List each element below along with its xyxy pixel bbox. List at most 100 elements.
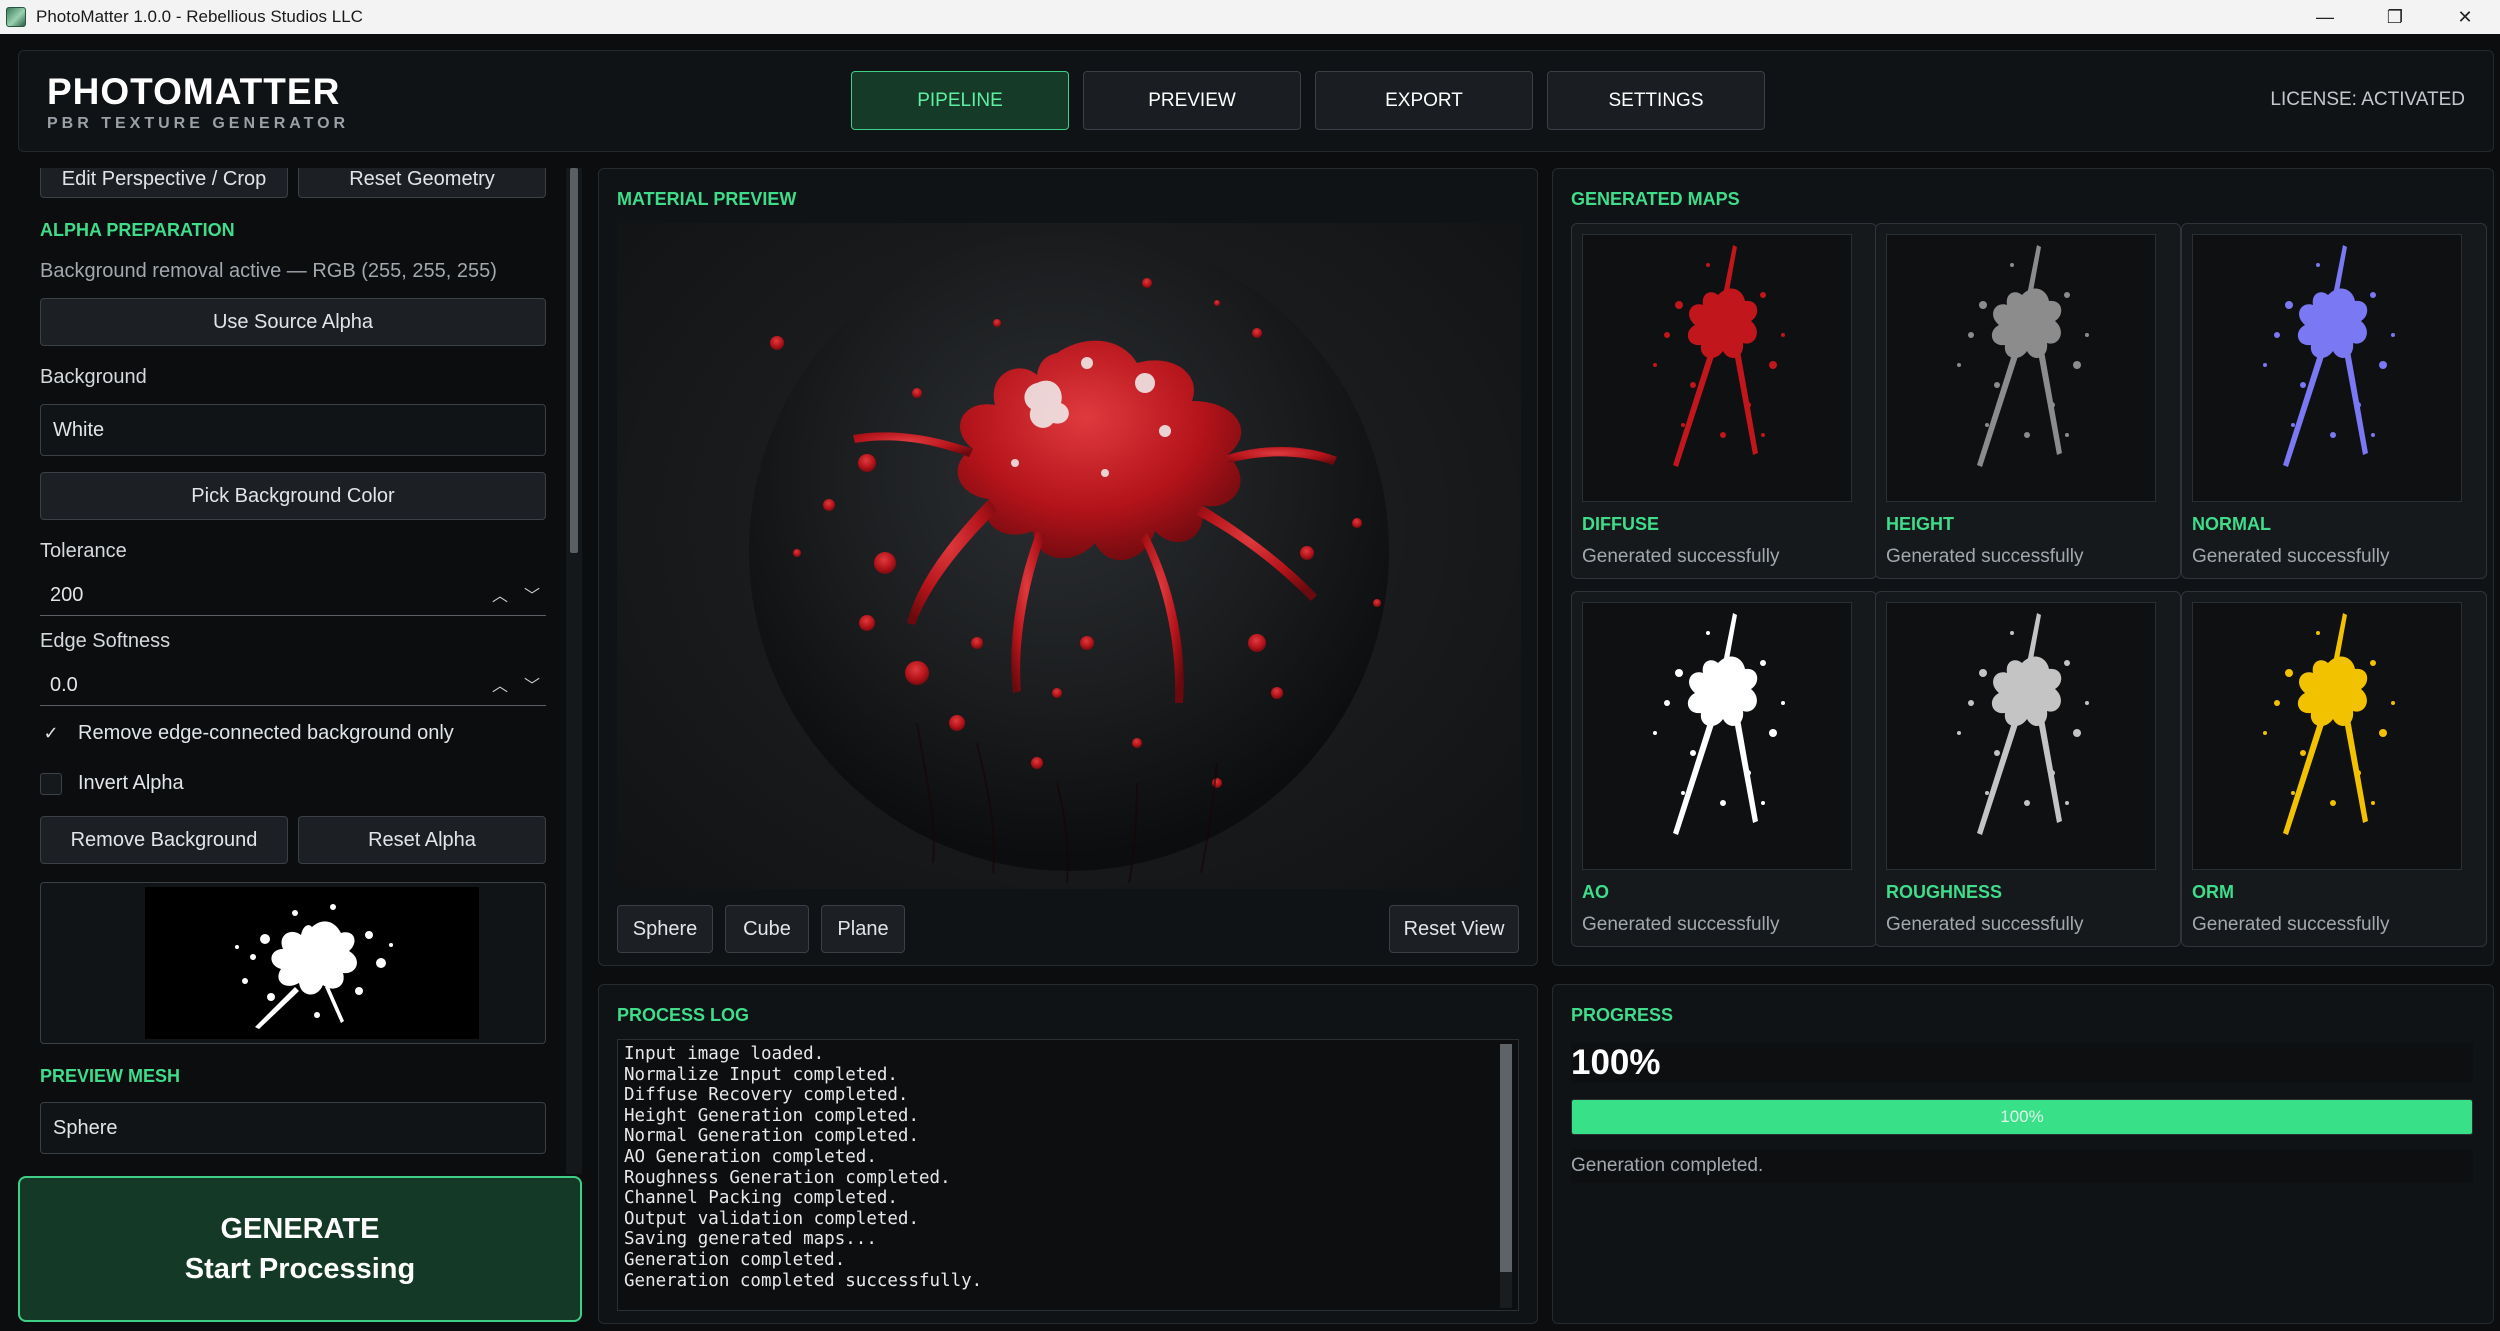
log-lines: Input image loaded. Normalize Input compl… xyxy=(624,1044,1512,1291)
process-log-textarea[interactable]: Input image loaded. Normalize Input compl… xyxy=(617,1039,1519,1311)
invert-alpha-label: Invert Alpha xyxy=(78,772,184,794)
map-card-ao[interactable]: AO Generated successfully xyxy=(1571,591,1877,947)
invert-alpha-checkbox[interactable]: Invert Alpha xyxy=(40,772,184,795)
mesh-sphere-button[interactable]: Sphere xyxy=(617,905,713,953)
map-card-orm[interactable]: ORM Generated successfully xyxy=(2181,591,2487,947)
tolerance-spinbox[interactable]: 200 ︿ ﹀ xyxy=(40,576,546,616)
minimize-icon[interactable]: — xyxy=(2290,0,2360,34)
mesh-plane-button[interactable]: Plane xyxy=(821,905,905,953)
chevron-down-icon[interactable]: ﹀ xyxy=(524,582,540,606)
window-controls: — ❐ ✕ xyxy=(2290,0,2500,34)
reset-geometry-button[interactable]: Reset Geometry xyxy=(298,168,546,198)
map-name: HEIGHT xyxy=(1886,514,1955,534)
tolerance-label: Tolerance xyxy=(40,540,127,562)
scrollbar-thumb[interactable] xyxy=(570,168,578,553)
chevron-up-icon[interactable]: ︿ xyxy=(492,582,508,606)
close-icon[interactable]: ✕ xyxy=(2430,0,2500,34)
app-icon xyxy=(6,7,26,27)
generate-sublabel: Start Processing xyxy=(184,1253,416,1285)
use-source-alpha-button[interactable]: Use Source Alpha xyxy=(40,298,546,346)
map-status: Generated successfully xyxy=(1886,914,2084,935)
generated-maps-title: GENERATED MAPS xyxy=(1571,189,1740,209)
nav-tabs: PIPELINE PREVIEW EXPORT SETTINGS xyxy=(851,71,1765,130)
remove-background-button[interactable]: Remove Background xyxy=(40,816,288,864)
log-line: Saving generated maps... xyxy=(624,1229,877,1250)
remove-edge-connected-checkbox[interactable]: ✓ Remove edge-connected background only xyxy=(40,722,453,745)
checkmark-icon: ✓ xyxy=(43,723,59,743)
log-line: Input image loaded. xyxy=(624,1044,825,1064)
log-line: Height Generation completed. xyxy=(624,1105,920,1126)
log-line: Output validation completed. xyxy=(624,1208,920,1229)
log-line: Generation completed successfully. xyxy=(624,1270,983,1291)
map-card-roughness[interactable]: ROUGHNESS Generated successfully xyxy=(1875,591,2181,947)
chevron-down-icon[interactable]: ﹀ xyxy=(524,672,540,696)
map-name: AO xyxy=(1582,882,1609,902)
tolerance-value: 200 xyxy=(50,584,84,606)
map-name: ROUGHNESS xyxy=(1886,882,2003,902)
process-log-title: PROCESS LOG xyxy=(617,1005,750,1025)
app-name: PHOTOMATTER xyxy=(47,71,341,112)
edge-softness-label: Edge Softness xyxy=(40,630,171,652)
log-line: Diffuse Recovery completed. xyxy=(624,1085,909,1106)
progress-bar-text: 100% xyxy=(2000,1107,2044,1126)
license-status: LICENSE: ACTIVATED xyxy=(2270,89,2465,110)
tab-export[interactable]: EXPORT xyxy=(1315,71,1533,130)
brand: PHOTOMATTER PBR TEXTURE GENERATOR xyxy=(47,71,349,133)
log-line: AO Generation completed. xyxy=(624,1146,877,1167)
3d-viewport[interactable] xyxy=(617,223,1521,889)
left-panel-scrollbar[interactable] xyxy=(566,168,582,1174)
progress-panel: PROGRESS 100% 100% Generation completed. xyxy=(1552,984,2494,1324)
pipeline-controls-panel: Edit Perspective / Crop Reset Geometry A… xyxy=(18,168,582,1174)
log-line: Channel Packing completed. xyxy=(624,1188,898,1209)
tab-settings[interactable]: SETTINGS xyxy=(1547,71,1765,130)
map-name: DIFFUSE xyxy=(1582,514,1660,534)
edge-softness-value: 0.0 xyxy=(50,674,78,696)
map-card-normal[interactable]: NORMAL Generated successfully xyxy=(2181,223,2487,579)
log-scrollbar-thumb[interactable] xyxy=(1500,1044,1512,1272)
log-line: Roughness Generation completed. xyxy=(624,1167,951,1188)
preview-mesh-select[interactable]: Sphere xyxy=(40,1102,546,1154)
map-thumbnail-roughness xyxy=(1886,602,2156,870)
window-title: PhotoMatter 1.0.0 - Rebellious Studios L… xyxy=(36,7,363,26)
pick-background-color-button[interactable]: Pick Background Color xyxy=(40,472,546,520)
edge-softness-spinbox[interactable]: 0.0 ︿ ﹀ xyxy=(40,666,546,706)
progress-percent: 100% xyxy=(1571,1043,2473,1083)
generate-label: GENERATE xyxy=(220,1213,380,1245)
tab-preview[interactable]: PREVIEW xyxy=(1083,71,1301,130)
app-header: PHOTOMATTER PBR TEXTURE GENERATOR PIPELI… xyxy=(18,50,2494,152)
progress-bar: 100% xyxy=(1571,1099,2473,1135)
map-status: Generated successfully xyxy=(1582,914,1780,935)
material-preview-title: MATERIAL PREVIEW xyxy=(617,189,797,209)
tab-pipeline[interactable]: PIPELINE xyxy=(851,71,1069,130)
generate-button[interactable]: GENERATE Start Processing xyxy=(18,1176,582,1322)
map-card-height[interactable]: HEIGHT Generated successfully xyxy=(1875,223,2181,579)
map-thumbnail-diffuse xyxy=(1582,234,1852,502)
mesh-cube-button[interactable]: Cube xyxy=(725,905,809,953)
material-preview-panel: MATERIAL PREVIEW Sphere Cube Plane Reset… xyxy=(598,168,1538,966)
map-name: NORMAL xyxy=(2192,514,2271,534)
alpha-preparation-title: ALPHA PREPARATION xyxy=(40,220,235,240)
app-subtitle: PBR TEXTURE GENERATOR xyxy=(47,115,350,132)
reset-view-button[interactable]: Reset View xyxy=(1389,905,1519,953)
generated-maps-panel: GENERATED MAPS DIFFUSE Generated successf… xyxy=(1552,168,2494,966)
map-thumbnail-height xyxy=(1886,234,2156,502)
progress-title: PROGRESS xyxy=(1571,1005,1674,1025)
process-log-panel: PROCESS LOG Input image loaded. Normalize… xyxy=(598,984,1538,1324)
background-label: Background xyxy=(40,366,147,388)
log-scrollbar[interactable] xyxy=(1500,1044,1512,1308)
edit-perspective-button[interactable]: Edit Perspective / Crop xyxy=(40,168,288,198)
restore-icon[interactable]: ❐ xyxy=(2360,0,2430,34)
map-status: Generated successfully xyxy=(1582,546,1780,567)
checkbox-empty-icon xyxy=(40,772,62,795)
log-line: Normal Generation completed. xyxy=(624,1126,920,1147)
alpha-mask-preview xyxy=(40,882,546,1044)
reset-alpha-button[interactable]: Reset Alpha xyxy=(298,816,546,864)
map-card-diffuse[interactable]: DIFFUSE Generated successfully xyxy=(1571,223,1877,579)
progress-status: Generation completed. xyxy=(1571,1149,2473,1183)
background-select[interactable]: White xyxy=(40,404,546,456)
chevron-up-icon[interactable]: ︿ xyxy=(492,672,508,696)
window-titlebar: PhotoMatter 1.0.0 - Rebellious Studios L… xyxy=(0,0,2500,34)
log-line: Normalize Input completed. xyxy=(624,1064,898,1085)
map-thumbnail-ao xyxy=(1582,602,1852,870)
map-status: Generated successfully xyxy=(1886,546,2084,567)
